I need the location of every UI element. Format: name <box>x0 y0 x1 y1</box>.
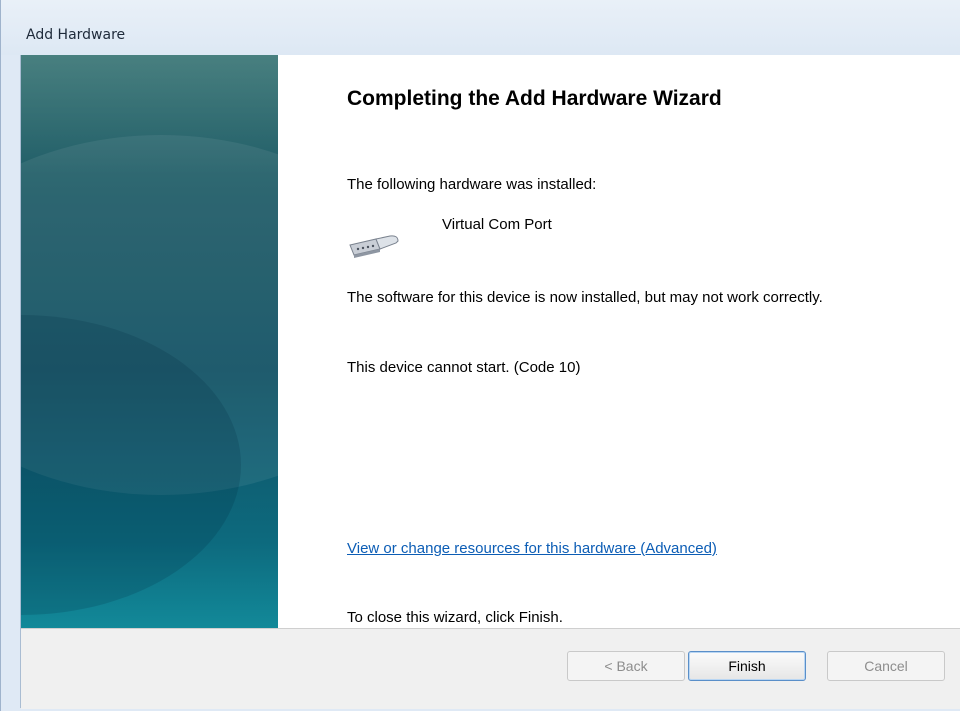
installed-hardware-label: The following hardware was installed: <box>347 176 597 193</box>
wizard-heading: Completing the Add Hardware Wizard <box>347 87 722 110</box>
close-instruction: To close this wizard, click Finish. <box>347 609 563 626</box>
wizard-content: Completing the Add Hardware Wizard The f… <box>20 55 960 709</box>
device-status-message: This device cannot start. (Code 10) <box>347 359 581 376</box>
software-installed-message: The software for this device is now inst… <box>347 289 823 306</box>
add-hardware-window: Add Hardware Completing the Add Hardware… <box>0 0 960 711</box>
advanced-resources-link[interactable]: View or change resources for this hardwa… <box>347 540 717 557</box>
back-button[interactable]: < Back <box>567 651 685 681</box>
finish-button[interactable]: Finish <box>688 651 806 681</box>
serial-port-connector-icon <box>349 235 399 258</box>
device-name: Virtual Com Port <box>442 216 552 233</box>
cancel-button[interactable]: Cancel <box>827 651 945 681</box>
wizard-footer: < Back Finish Cancel <box>21 628 960 709</box>
window-title: Add Hardware <box>26 27 126 43</box>
wizard-side-banner <box>21 55 278 628</box>
title-bar[interactable]: Add Hardware <box>1 0 960 55</box>
